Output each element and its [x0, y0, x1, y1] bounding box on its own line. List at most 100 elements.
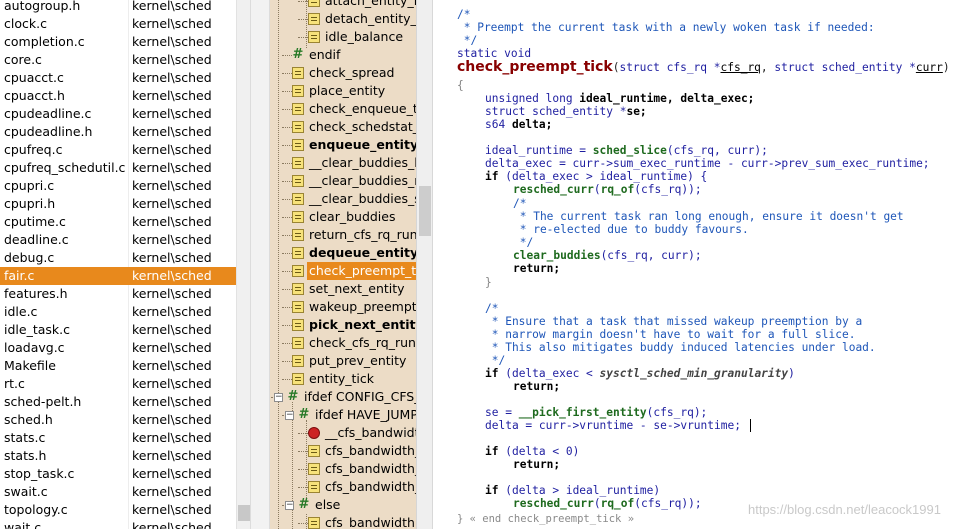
file-directory: kernel\sched	[132, 52, 212, 67]
file-row[interactable]: stop_task.c kernel\sched	[0, 465, 236, 483]
file-name: topology.c	[4, 502, 68, 517]
file-row[interactable]: sched-pelt.h kernel\sched	[0, 393, 236, 411]
file-row[interactable]: cpupri.h kernel\sched	[0, 195, 236, 213]
file-name: cpufreq.c	[4, 142, 63, 157]
file-row[interactable]: fair.c kernel\sched	[0, 267, 236, 285]
symbol-row[interactable]: # endif	[270, 46, 416, 64]
symbol-row[interactable]: set_next_entity	[270, 280, 416, 298]
file-row[interactable]: loadavg.c kernel\sched	[0, 339, 236, 357]
symbol-row[interactable]: clear_buddies	[270, 208, 416, 226]
file-row[interactable]: cpufreq_schedutil.c kernel\sched	[0, 159, 236, 177]
symbol-row[interactable]: wakeup_preempt_en	[270, 298, 416, 316]
param-name[interactable]: cfs_rq	[721, 61, 761, 74]
file-row[interactable]: cpupri.c kernel\sched	[0, 177, 236, 195]
collapse-toggle-icon[interactable]: −	[274, 393, 283, 402]
file-row[interactable]: cpuacct.h kernel\sched	[0, 87, 236, 105]
symbol-row[interactable]: __clear_buddies_skip	[270, 190, 416, 208]
code-token: (cfs_rq));	[634, 497, 702, 510]
symbol-row[interactable]: − # ifdef HAVE_JUMP_	[270, 406, 416, 424]
tree-guide-line	[298, 37, 308, 38]
file-row[interactable]: cpudeadline.h kernel\sched	[0, 123, 236, 141]
symbol-row[interactable]: check_enqueue_thro	[270, 100, 416, 118]
file-row[interactable]: deadline.c kernel\sched	[0, 231, 236, 249]
file-name: cpudeadline.h	[4, 124, 93, 139]
symbol-row[interactable]: __clear_buddies_next	[270, 172, 416, 190]
file-row[interactable]: wait.c kernel\sched	[0, 519, 236, 529]
symbol-row[interactable]: enqueue_entity	[270, 136, 416, 154]
collapse-toggle-icon[interactable]: −	[285, 501, 294, 510]
symbol-row[interactable]: detach_entity_load	[270, 10, 416, 28]
file-row[interactable]: completion.c kernel\sched	[0, 33, 236, 51]
file-row[interactable]: clock.c kernel\sched	[0, 15, 236, 33]
file-list-scrollbar-thumb[interactable]	[238, 505, 250, 521]
function-call[interactable]: clear_buddies	[513, 249, 601, 262]
symbol-row[interactable]: check_preempt_tick	[270, 262, 416, 280]
symbol-row[interactable]: check_schedstat_req	[270, 118, 416, 136]
symbol-tree-scrollbar[interactable]	[416, 0, 432, 529]
file-row[interactable]: Makefile kernel\sched	[0, 357, 236, 375]
symbol-row[interactable]: −# ifdef CONFIG_CFS_B	[270, 388, 416, 406]
function-call[interactable]: resched_curr	[513, 497, 594, 510]
collapse-toggle-icon[interactable]: −	[285, 411, 294, 420]
symbol-row[interactable]: __cfs_bandwidth	[270, 424, 416, 442]
function-call[interactable]: sched_slice	[593, 144, 667, 157]
file-row[interactable]: cputime.c kernel\sched	[0, 213, 236, 231]
symbol-row[interactable]: cfs_bandwidth_	[270, 460, 416, 478]
function-icon	[292, 373, 304, 385]
file-row[interactable]: debug.c kernel\sched	[0, 249, 236, 267]
param-name[interactable]: curr	[916, 61, 943, 74]
symbol-row[interactable]: cfs_bandwidth_	[270, 478, 416, 496]
symbol-row[interactable]: pick_next_entity	[270, 316, 416, 334]
file-row[interactable]: features.h kernel\sched	[0, 285, 236, 303]
symbol-row[interactable]: idle_balance	[270, 28, 416, 46]
function-call[interactable]: rq_of	[601, 183, 635, 196]
code-line: }	[485, 276, 492, 289]
function-call[interactable]: resched_curr	[513, 183, 594, 196]
symbol-row[interactable]: check_cfs_rq_runtime	[270, 334, 416, 352]
symbol-row[interactable]: dequeue_entity	[270, 244, 416, 262]
file-row[interactable]: stats.c kernel\sched	[0, 429, 236, 447]
symbol-row[interactable]: put_prev_entity	[270, 352, 416, 370]
file-name: fair.c	[4, 268, 35, 283]
symbol-row[interactable]: check_spread	[270, 64, 416, 82]
file-row[interactable]: swait.c kernel\sched	[0, 483, 236, 501]
code-token: struct	[774, 61, 815, 74]
symbol-row[interactable]: entity_tick	[270, 370, 416, 388]
file-row[interactable]: cpudeadline.c kernel\sched	[0, 105, 236, 123]
file-name: deadline.c	[4, 232, 69, 247]
symbol-row[interactable]: attach_entity_load	[270, 0, 416, 10]
file-directory: kernel\sched	[132, 448, 212, 463]
function-call[interactable]: rq_of	[601, 497, 635, 510]
function-call[interactable]: __pick_first_entity	[519, 406, 647, 419]
file-row[interactable]: cpufreq.c kernel\sched	[0, 141, 236, 159]
file-row[interactable]: rt.c kernel\sched	[0, 375, 236, 393]
symbol-row[interactable]: − # else	[270, 496, 416, 514]
symbol-row[interactable]: cfs_bandwidth_	[270, 514, 416, 529]
file-row[interactable]: stats.h kernel\sched	[0, 447, 236, 465]
file-row[interactable]: idle.c kernel\sched	[0, 303, 236, 321]
file-row[interactable]: core.c kernel\sched	[0, 51, 236, 69]
symbol-row[interactable]: __clear_buddies_last	[270, 154, 416, 172]
file-row[interactable]: idle_task.c kernel\sched	[0, 321, 236, 339]
symbol-row[interactable]: cfs_bandwidth_	[270, 442, 416, 460]
tree-guide-line	[298, 1, 308, 2]
function-icon	[292, 157, 304, 169]
symbol-label: idle_balance	[325, 29, 404, 44]
tree-guide-line	[282, 289, 292, 290]
function-icon	[308, 481, 320, 493]
symbol-tree-scrollbar-thumb[interactable]	[419, 186, 431, 236]
file-directory: kernel\sched	[132, 430, 212, 445]
code-token: (cfs_rq, curr);	[666, 144, 768, 157]
file-row[interactable]: sched.h kernel\sched	[0, 411, 236, 429]
global-variable[interactable]: sysctl_sched_min_granularity	[600, 367, 789, 380]
function-name[interactable]: check_preempt_tick	[457, 59, 613, 75]
symbol-row[interactable]: return_cfs_rq_runtim	[270, 226, 416, 244]
file-row[interactable]: topology.c kernel\sched	[0, 501, 236, 519]
symbol-row[interactable]: place_entity	[270, 82, 416, 100]
file-row[interactable]: cpuacct.c kernel\sched	[0, 69, 236, 87]
panel-splitter[interactable]	[250, 0, 270, 529]
code-token: (delta_exec <	[498, 367, 600, 380]
file-list-scrollbar[interactable]	[236, 0, 250, 529]
file-name: stop_task.c	[4, 466, 75, 481]
file-row[interactable]: autogroup.h kernel\sched	[0, 0, 236, 15]
